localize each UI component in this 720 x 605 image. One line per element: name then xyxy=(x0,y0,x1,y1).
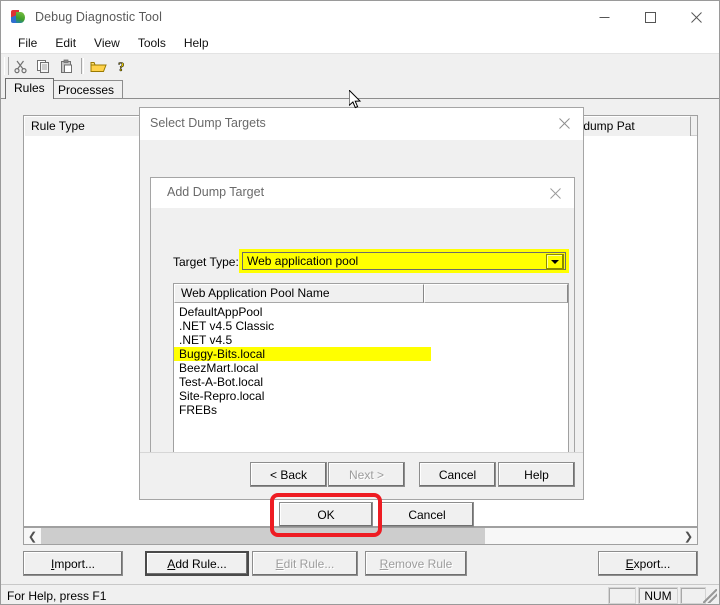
scrollbar-thumb[interactable] xyxy=(41,528,485,544)
add-dump-target-dialog: Add Dump Target Target Type: Web applica… xyxy=(150,177,575,537)
export-mnemonic: E xyxy=(625,556,634,571)
debug-diagnostic-tool-window: Debug Diagnostic Tool File Edit View Too… xyxy=(0,0,720,605)
status-num-indicator: NUM xyxy=(638,587,678,604)
target-type-combobox[interactable]: Web application pool xyxy=(242,252,566,270)
window-controls xyxy=(581,1,719,33)
menu-help[interactable]: Help xyxy=(175,34,218,52)
export-label: xport... xyxy=(633,556,671,571)
list-item[interactable]: .NET v4.5 xyxy=(174,333,568,347)
paste-icon[interactable] xyxy=(55,55,78,77)
next-button[interactable]: Next > xyxy=(328,462,405,487)
status-pane-1 xyxy=(608,587,636,604)
menu-edit[interactable]: Edit xyxy=(46,34,85,52)
add-dump-target-title: Add Dump Target xyxy=(167,185,265,199)
rules-action-buttons: Import... Add Rule... Edit Rule... Remov… xyxy=(1,551,719,581)
list-item[interactable]: FREBs xyxy=(174,403,568,417)
remove-rule-mnemonic: R xyxy=(379,556,389,571)
resize-grip-icon[interactable] xyxy=(703,589,717,603)
wizard-buttons: < Back Next > Cancel Help xyxy=(140,452,583,499)
list-item[interactable]: DefaultAppPool xyxy=(174,305,568,319)
app-icon xyxy=(10,9,26,25)
import-button[interactable]: Import... xyxy=(23,551,123,576)
menu-bar: File Edit View Tools Help xyxy=(1,33,719,53)
title-bar: Debug Diagnostic Tool xyxy=(1,1,719,33)
edit-rule-button[interactable]: Edit Rule... xyxy=(252,551,358,576)
list-item[interactable]: .NET v4.5 Classic xyxy=(174,319,568,333)
import-label: mport... xyxy=(54,556,96,571)
app-pool-list-header: Web Application Pool Name xyxy=(174,284,568,303)
mouse-cursor xyxy=(348,88,363,111)
menu-tools[interactable]: Tools xyxy=(129,34,175,52)
dialog-help-button[interactable]: Help xyxy=(498,462,575,487)
status-bar: For Help, press F1 NUM xyxy=(1,584,719,604)
remove-rule-label: emove Rule xyxy=(388,556,453,571)
copy-icon[interactable] xyxy=(32,55,55,77)
cut-icon[interactable] xyxy=(9,55,32,77)
maximize-button[interactable] xyxy=(627,1,673,33)
chevron-down-icon[interactable] xyxy=(546,254,564,270)
toolbar-separator xyxy=(81,58,84,74)
add-rule-label: dd Rule... xyxy=(175,556,227,571)
back-button[interactable]: < Back xyxy=(250,462,327,487)
tab-processes[interactable]: Processes xyxy=(49,80,124,99)
add-dump-target-close-icon[interactable] xyxy=(540,180,570,206)
add-rule-mnemonic: A xyxy=(167,556,176,571)
app-pool-list-rows: DefaultAppPool .NET v4.5 Classic .NET v4… xyxy=(174,303,568,417)
menu-file[interactable]: File xyxy=(9,34,46,52)
select-dump-targets-title: Select Dump Targets xyxy=(150,116,266,130)
status-help-text: For Help, press F1 xyxy=(7,589,107,603)
horizontal-scrollbar[interactable]: ❮ ❯ xyxy=(23,527,698,545)
column-header-pool-blank[interactable] xyxy=(424,284,568,303)
scrollbar-track[interactable] xyxy=(41,528,680,544)
ok-button[interactable]: OK xyxy=(279,502,373,527)
add-rule-button[interactable]: Add Rule... xyxy=(145,551,249,576)
list-item-selected[interactable]: Buggy-Bits.local xyxy=(174,347,431,361)
app-pool-listview[interactable]: Web Application Pool Name DefaultAppPool… xyxy=(173,283,569,465)
edit-rule-mnemonic: E xyxy=(275,556,284,571)
edit-rule-label: dit Rule... xyxy=(283,556,335,571)
select-dump-targets-dialog: Select Dump Targets Add Dump Target Targ… xyxy=(139,107,584,537)
toolbar: ? xyxy=(1,53,719,78)
menu-view[interactable]: View xyxy=(85,34,129,52)
scroll-left-arrow-icon[interactable]: ❮ xyxy=(24,528,41,544)
tab-rules[interactable]: Rules xyxy=(5,78,54,99)
svg-text:?: ? xyxy=(118,59,125,74)
window-title: Debug Diagnostic Tool xyxy=(35,10,162,24)
scroll-right-arrow-icon[interactable]: ❯ xyxy=(680,528,697,544)
select-dump-targets-close-icon[interactable] xyxy=(549,110,579,136)
select-dump-targets-body: Add Dump Target Target Type: Web applica… xyxy=(140,140,583,537)
column-header-pool-name[interactable]: Web Application Pool Name xyxy=(174,284,424,303)
open-folder-icon[interactable] xyxy=(87,55,110,77)
cancel-button[interactable]: Cancel xyxy=(380,502,474,527)
remove-rule-button[interactable]: Remove Rule xyxy=(365,551,467,576)
export-button[interactable]: Export... xyxy=(598,551,698,576)
minimize-button[interactable] xyxy=(581,1,627,33)
list-item[interactable]: Test-A-Bot.local xyxy=(174,375,568,389)
list-item[interactable]: Site-Repro.local xyxy=(174,389,568,403)
select-dump-targets-title-bar: Select Dump Targets xyxy=(140,108,583,140)
add-dump-target-title-bar: Add Dump Target xyxy=(151,178,574,208)
help-question-icon[interactable]: ? xyxy=(110,55,133,77)
target-type-value: Web application pool xyxy=(247,254,359,268)
list-item[interactable]: BeezMart.local xyxy=(174,361,568,375)
target-type-label: Target Type: xyxy=(173,255,239,269)
close-button[interactable] xyxy=(673,1,719,33)
dialog-cancel-button[interactable]: Cancel xyxy=(419,462,496,487)
target-type-highlight: Web application pool xyxy=(239,249,569,273)
